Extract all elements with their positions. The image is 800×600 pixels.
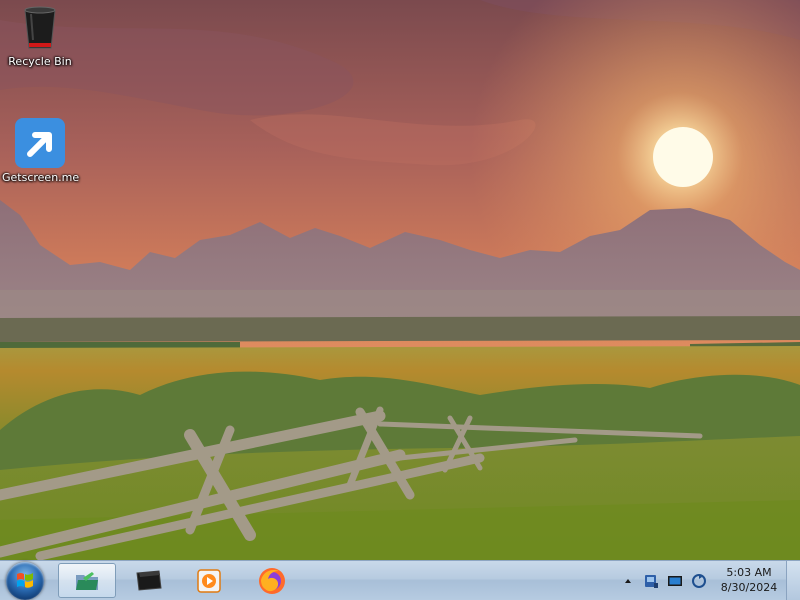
network-icon[interactable] bbox=[643, 573, 659, 589]
display-icon[interactable] bbox=[667, 573, 683, 589]
folder-icon bbox=[76, 571, 98, 590]
windows-logo-icon bbox=[17, 573, 33, 588]
shortcut-arrow-icon bbox=[15, 118, 65, 168]
clock[interactable]: 5:03 AM 8/30/2024 bbox=[714, 565, 784, 595]
desktop: Recycle Bin Getscreen.me 5:03 AM 8/30/20… bbox=[0, 0, 800, 600]
taskbar-button-media-player[interactable] bbox=[180, 563, 238, 598]
desktop-icon-label: Recycle Bin bbox=[8, 55, 72, 68]
wallpaper bbox=[0, 0, 800, 600]
terminal-icon bbox=[136, 569, 162, 591]
firefox-icon bbox=[259, 567, 285, 594]
desktop-icon-label: Getscreen.me bbox=[2, 171, 80, 184]
clock-date: 8/30/2024 bbox=[720, 581, 778, 594]
taskbar: 5:03 AM 8/30/2024 bbox=[0, 560, 800, 600]
media-player-icon bbox=[197, 568, 221, 593]
taskbar-button-firefox[interactable] bbox=[243, 563, 301, 598]
taskbar-button-file-explorer[interactable] bbox=[58, 563, 116, 598]
sync-icon[interactable] bbox=[691, 573, 707, 589]
clock-time: 5:03 AM bbox=[726, 566, 772, 579]
desktop-icon-getscreen[interactable]: Getscreen.me bbox=[2, 118, 80, 184]
chevron-up-icon[interactable] bbox=[620, 573, 636, 589]
start-button[interactable] bbox=[6, 562, 44, 600]
desktop-icon-recycle-bin[interactable]: Recycle Bin bbox=[2, 4, 78, 68]
taskbar-button-terminal[interactable] bbox=[120, 563, 178, 598]
show-desktop-button[interactable] bbox=[786, 561, 800, 600]
recycle-bin-icon bbox=[24, 6, 56, 49]
